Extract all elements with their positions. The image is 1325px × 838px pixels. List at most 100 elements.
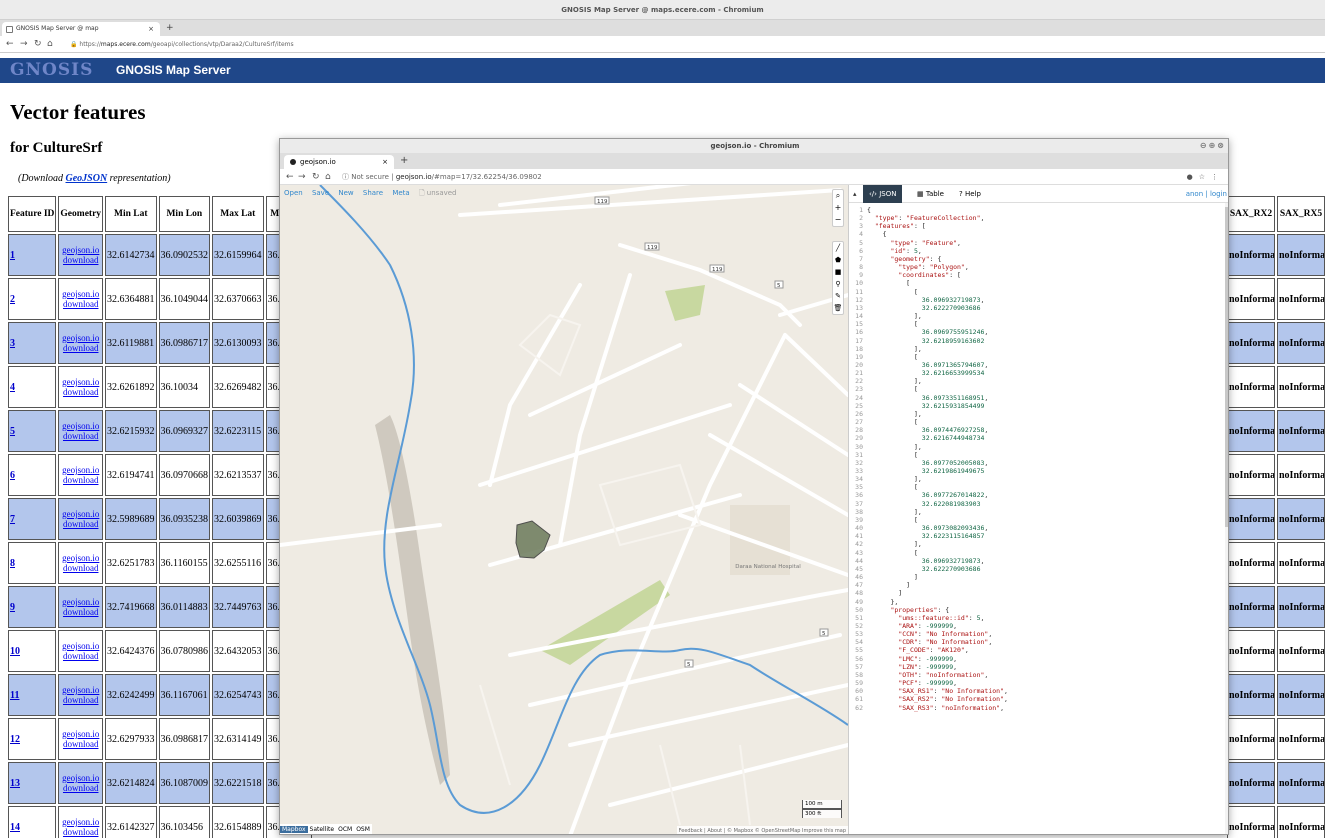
code-text: 36.0974476927258, <box>921 426 989 435</box>
editor-scrollbar[interactable] <box>1225 203 1228 834</box>
geojson-download-link[interactable]: GeoJSON <box>66 173 108 184</box>
code-text: ] <box>867 589 903 598</box>
table-row: noInformationnoInformation <box>1227 806 1325 838</box>
feature-id-cell: 13 <box>8 762 57 804</box>
geojson-io-link[interactable]: geojson.io <box>62 685 99 695</box>
back-icon[interactable]: ← <box>286 169 294 186</box>
geojson-io-link[interactable]: geojson.io <box>62 597 99 607</box>
geojson-io-link[interactable]: geojson.io <box>62 817 99 827</box>
download-link[interactable]: download <box>63 431 99 441</box>
geojson-io-link[interactable]: geojson.io <box>62 729 99 739</box>
map-attribution[interactable]: Feedback | About | © Mapbox © OpenStreet… <box>676 826 848 834</box>
new-button[interactable]: New <box>338 189 353 197</box>
feature-id-link[interactable]: 1 <box>10 250 15 261</box>
forward-icon[interactable]: → <box>298 169 306 186</box>
geojson-io-link[interactable]: geojson.io <box>62 289 99 299</box>
layer-osm[interactable]: OSM <box>354 826 372 833</box>
min-lat-cell: 32.6364881 <box>105 278 157 320</box>
trash-icon[interactable]: 🗑 <box>833 302 843 314</box>
sax-cell: noInformation <box>1227 586 1275 628</box>
outer-url-input[interactable]: 🔒 https://maps.ecere.com/geoapi/collecti… <box>60 36 294 53</box>
download-link[interactable]: download <box>63 739 99 749</box>
map-view[interactable]: 119 119 119 5 5 5 Daraa National Hospita… <box>280 185 848 834</box>
geojson-io-link[interactable]: geojson.io <box>62 553 99 563</box>
draw-marker-icon[interactable]: ⚲ <box>833 278 843 290</box>
geojson-io-link[interactable]: geojson.io <box>62 465 99 475</box>
download-link[interactable]: download <box>63 695 99 705</box>
collapse-icon[interactable]: ▴ <box>853 185 857 203</box>
layer-mapbox[interactable]: Mapbox <box>280 826 308 833</box>
close-icon[interactable]: × <box>148 22 154 36</box>
feature-id-link[interactable]: 3 <box>10 338 15 349</box>
layer-satellite[interactable]: Satellite <box>308 826 337 833</box>
line-number: 45 <box>855 564 863 573</box>
download-link[interactable]: download <box>63 607 99 617</box>
meta-button[interactable]: Meta <box>392 189 409 197</box>
feature-id-link[interactable]: 11 <box>10 690 19 701</box>
feature-id-link[interactable]: 6 <box>10 470 15 481</box>
open-button[interactable]: Open <box>284 189 303 197</box>
feature-id-link[interactable]: 13 <box>10 778 20 789</box>
reload-icon[interactable]: ↻ <box>34 36 42 53</box>
download-link[interactable]: download <box>63 651 99 661</box>
feature-id-link[interactable]: 7 <box>10 514 15 525</box>
geojson-io-link[interactable]: geojson.io <box>62 509 99 519</box>
download-link[interactable]: download <box>63 783 99 793</box>
home-icon[interactable]: ⌂ <box>325 169 331 186</box>
download-link[interactable]: download <box>63 519 99 529</box>
search-icon[interactable]: ⌕ <box>833 190 843 202</box>
feature-id-link[interactable]: 12 <box>10 734 20 745</box>
site-title[interactable]: GNOSIS Map Server <box>116 58 231 83</box>
window-controls[interactable]: ⊖⊕⊗ <box>1200 141 1226 151</box>
download-link[interactable]: download <box>63 827 99 837</box>
save-button[interactable]: Save <box>312 189 329 197</box>
table-row: 6 geojson.io download 32.6194741 36.0970668 3… <box>8 454 313 496</box>
gnosis-logo[interactable]: GNOSIS <box>10 58 93 83</box>
outer-tab[interactable]: GNOSIS Map Server @ map × <box>2 22 160 36</box>
home-icon[interactable]: ⌂ <box>47 36 53 53</box>
feature-id-link[interactable]: 4 <box>10 382 15 393</box>
new-tab-button[interactable]: + <box>166 20 174 36</box>
geojson-io-link[interactable]: geojson.io <box>62 641 99 651</box>
code-line: 60 "SAX_RS1": "No Information", <box>849 687 1225 695</box>
download-link[interactable]: download <box>63 387 99 397</box>
download-link[interactable]: download <box>63 563 99 573</box>
inner-url-input[interactable]: ⓘ Not secure | geojson.io/#map=17/32.622… <box>342 169 542 185</box>
feature-id-link[interactable]: 9 <box>10 602 15 613</box>
sax-cell: noInformation <box>1227 630 1275 672</box>
geojson-io-link[interactable]: geojson.io <box>62 333 99 343</box>
feature-id-link[interactable]: 8 <box>10 558 15 569</box>
zoom-out-button[interactable]: − <box>833 214 843 226</box>
extension-icons[interactable]: ●☆⋮ <box>1187 169 1224 185</box>
draw-line-icon[interactable]: ╱ <box>833 242 843 254</box>
tab-table[interactable]: ▦ Table <box>911 185 950 203</box>
geojson-io-link[interactable]: geojson.io <box>62 421 99 431</box>
share-button[interactable]: Share <box>363 189 383 197</box>
login-link[interactable]: anon | login <box>1186 185 1227 203</box>
feature-id-link[interactable]: 5 <box>10 426 15 437</box>
geojson-io-link[interactable]: geojson.io <box>62 773 99 783</box>
feature-id-link[interactable]: 14 <box>10 822 20 833</box>
inner-tab[interactable]: geojson.io × <box>284 155 394 169</box>
tab-json[interactable]: ‹/› JSON <box>863 185 903 203</box>
geojson-io-link[interactable]: geojson.io <box>62 245 99 255</box>
feature-id-link[interactable]: 2 <box>10 294 15 305</box>
download-link[interactable]: download <box>63 475 99 485</box>
zoom-in-button[interactable]: + <box>833 202 843 214</box>
geojson-io-link[interactable]: geojson.io <box>62 377 99 387</box>
layer-ocm[interactable]: OCM <box>336 826 354 833</box>
download-link[interactable]: download <box>63 255 99 265</box>
reload-icon[interactable]: ↻ <box>312 169 320 186</box>
close-icon[interactable]: × <box>382 155 388 169</box>
edit-icon[interactable]: ✎ <box>833 290 843 302</box>
download-link[interactable]: download <box>63 343 99 353</box>
forward-icon[interactable]: → <box>20 36 28 53</box>
tab-help[interactable]: ? Help <box>953 185 987 203</box>
feature-id-link[interactable]: 10 <box>10 646 20 657</box>
draw-polygon-icon[interactable]: ⬟ <box>833 254 843 266</box>
new-tab-button[interactable]: + <box>400 153 408 169</box>
json-editor[interactable]: 1{2 "type": "FeatureCollection", 3 "featu… <box>849 203 1225 834</box>
back-icon[interactable]: ← <box>6 36 14 53</box>
download-link[interactable]: download <box>63 299 99 309</box>
draw-rectangle-icon[interactable]: ■ <box>833 266 843 278</box>
